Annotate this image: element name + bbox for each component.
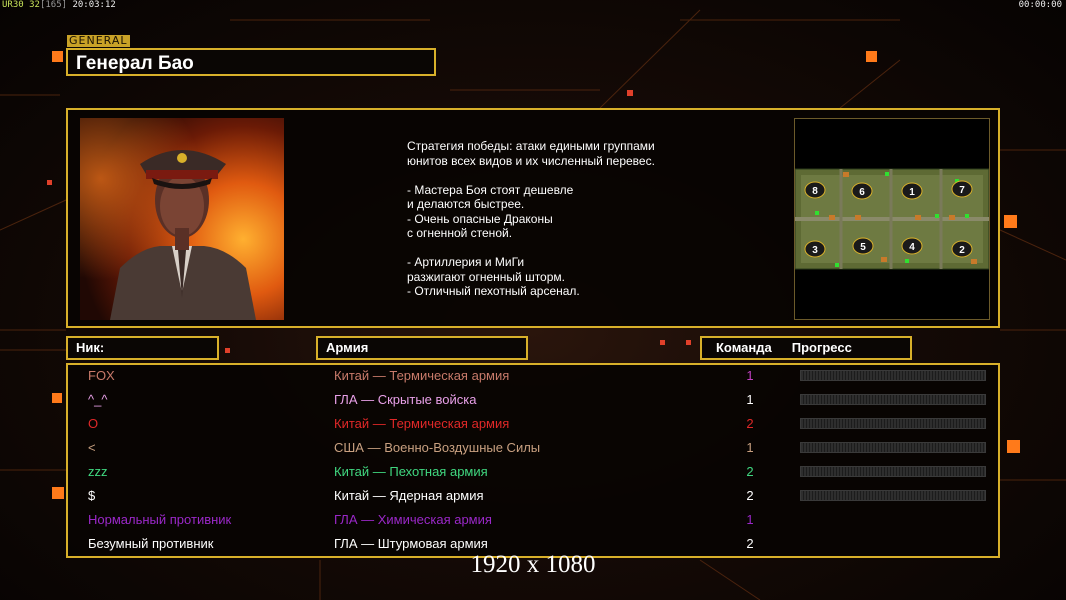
svg-text:7: 7 <box>959 185 965 196</box>
player-progress-bar <box>800 418 986 429</box>
deco-square <box>225 348 230 353</box>
svg-text:5: 5 <box>860 242 866 253</box>
map-slot-5[interactable]: 5 <box>852 237 874 255</box>
map-slot-2[interactable]: 2 <box>951 240 973 258</box>
player-team: 2 <box>746 464 754 479</box>
svg-text:4: 4 <box>909 242 915 253</box>
map-minimap: 8 6 1 7 3 5 4 2 <box>794 168 990 270</box>
player-team: 1 <box>746 440 754 455</box>
player-team: 2 <box>746 536 754 551</box>
header-progress: Прогресс <box>791 340 852 355</box>
player-progress-bar <box>800 394 986 405</box>
deco-square <box>52 51 63 62</box>
player-army: Китай — Пехотная армия <box>334 464 488 479</box>
resolution-label: 1920 x 1080 <box>470 551 596 578</box>
deco-square <box>1007 440 1020 453</box>
deco-square <box>52 393 62 403</box>
player-nick: < <box>88 440 96 455</box>
deco-square <box>686 340 691 345</box>
player-progress-bar <box>800 490 986 501</box>
player-progress-bar <box>800 442 986 453</box>
player-army: США — Военно-Воздушные Силы <box>334 440 541 455</box>
player-nick: ^_^ <box>88 392 108 407</box>
svg-text:3: 3 <box>812 245 818 256</box>
svg-text:2: 2 <box>959 245 965 256</box>
hud-clock: 20:03:12 <box>72 0 116 10</box>
player-army: Китай — Термическая армия <box>334 368 510 383</box>
hud-fps-b: 32 <box>29 0 40 10</box>
player-nick: Нормальный противник <box>88 512 232 527</box>
player-progress-bar <box>800 370 986 381</box>
player-army: ГЛА — Скрытые войска <box>334 392 477 407</box>
map-preview[interactable]: 8 6 1 7 3 5 4 2 <box>794 118 990 320</box>
deco-square <box>47 180 52 185</box>
player-team: 1 <box>746 392 754 407</box>
player-nick: FOX <box>88 368 115 383</box>
player-team: 1 <box>746 368 754 383</box>
deco-square <box>627 90 633 96</box>
hud-fps-a: 30 <box>12 0 24 10</box>
player-nick: zzz <box>88 464 108 479</box>
player-army: ГЛА — Химическая армия <box>334 512 492 527</box>
player-row[interactable]: O Китай — Термическая армия 2 <box>68 416 1002 440</box>
map-slot-6[interactable]: 6 <box>851 182 873 200</box>
svg-text:6: 6 <box>859 187 865 198</box>
player-row[interactable]: FOX Китай — Термическая армия 1 <box>68 368 1002 392</box>
header-army: Армия <box>316 336 528 360</box>
general-portrait <box>80 118 284 320</box>
deco-square <box>866 51 877 62</box>
player-nick: Безумный противник <box>88 536 214 551</box>
player-army: Китай — Ядерная армия <box>334 488 484 503</box>
player-list: FOX Китай — Термическая армия 1 ^_^ ГЛА — Ск… <box>66 363 1000 558</box>
player-nick: O <box>88 416 99 431</box>
player-row[interactable]: ^_^ ГЛА — Скрытые войска 1 <box>68 392 1002 416</box>
hud-ur-label: UR <box>2 0 13 10</box>
header-nick: Ник: <box>66 336 219 360</box>
deco-square <box>660 340 665 345</box>
player-team: 2 <box>746 488 754 503</box>
map-slot-8[interactable]: 8 <box>804 181 826 199</box>
map-slot-3[interactable]: 3 <box>804 240 826 258</box>
hud-timer: 00:00:00 <box>1018 0 1062 10</box>
hud-bracket: [165] <box>39 0 68 10</box>
general-description: Стратегия победы: атаки едиными группами… <box>407 139 655 298</box>
player-row[interactable]: zzz Китай — Пехотная армия 2 <box>68 464 1002 488</box>
map-slot-7[interactable]: 7 <box>951 180 973 198</box>
player-row[interactable]: Нормальный противник ГЛА — Химическая арм… <box>68 512 1002 536</box>
header-team: Команда <box>716 340 772 355</box>
player-row[interactable]: < США — Военно-Воздушные Силы 1 <box>68 440 1002 464</box>
svg-text:8: 8 <box>812 186 818 197</box>
map-slot-4[interactable]: 4 <box>901 237 923 255</box>
general-name-title: Генерал Бао <box>66 48 436 76</box>
hud-fps-readout: UR30 32[165] 20:03:12 <box>2 0 116 10</box>
player-army: Китай — Термическая армия <box>334 416 510 431</box>
header-team-progress: Команда Прогресс <box>700 336 912 360</box>
deco-square <box>1004 215 1017 228</box>
player-team: 2 <box>746 416 754 431</box>
player-team: 1 <box>746 512 754 527</box>
player-nick: $ <box>88 488 96 503</box>
player-army: ГЛА — Штурмовая армия <box>334 536 488 551</box>
player-progress-bar <box>800 466 986 477</box>
svg-text:1: 1 <box>909 187 915 198</box>
map-slot-1[interactable]: 1 <box>901 182 923 200</box>
player-row[interactable]: $ Китай — Ядерная армия 2 <box>68 488 1002 512</box>
general-tag: GENERAL <box>67 34 130 47</box>
deco-square <box>52 487 64 499</box>
